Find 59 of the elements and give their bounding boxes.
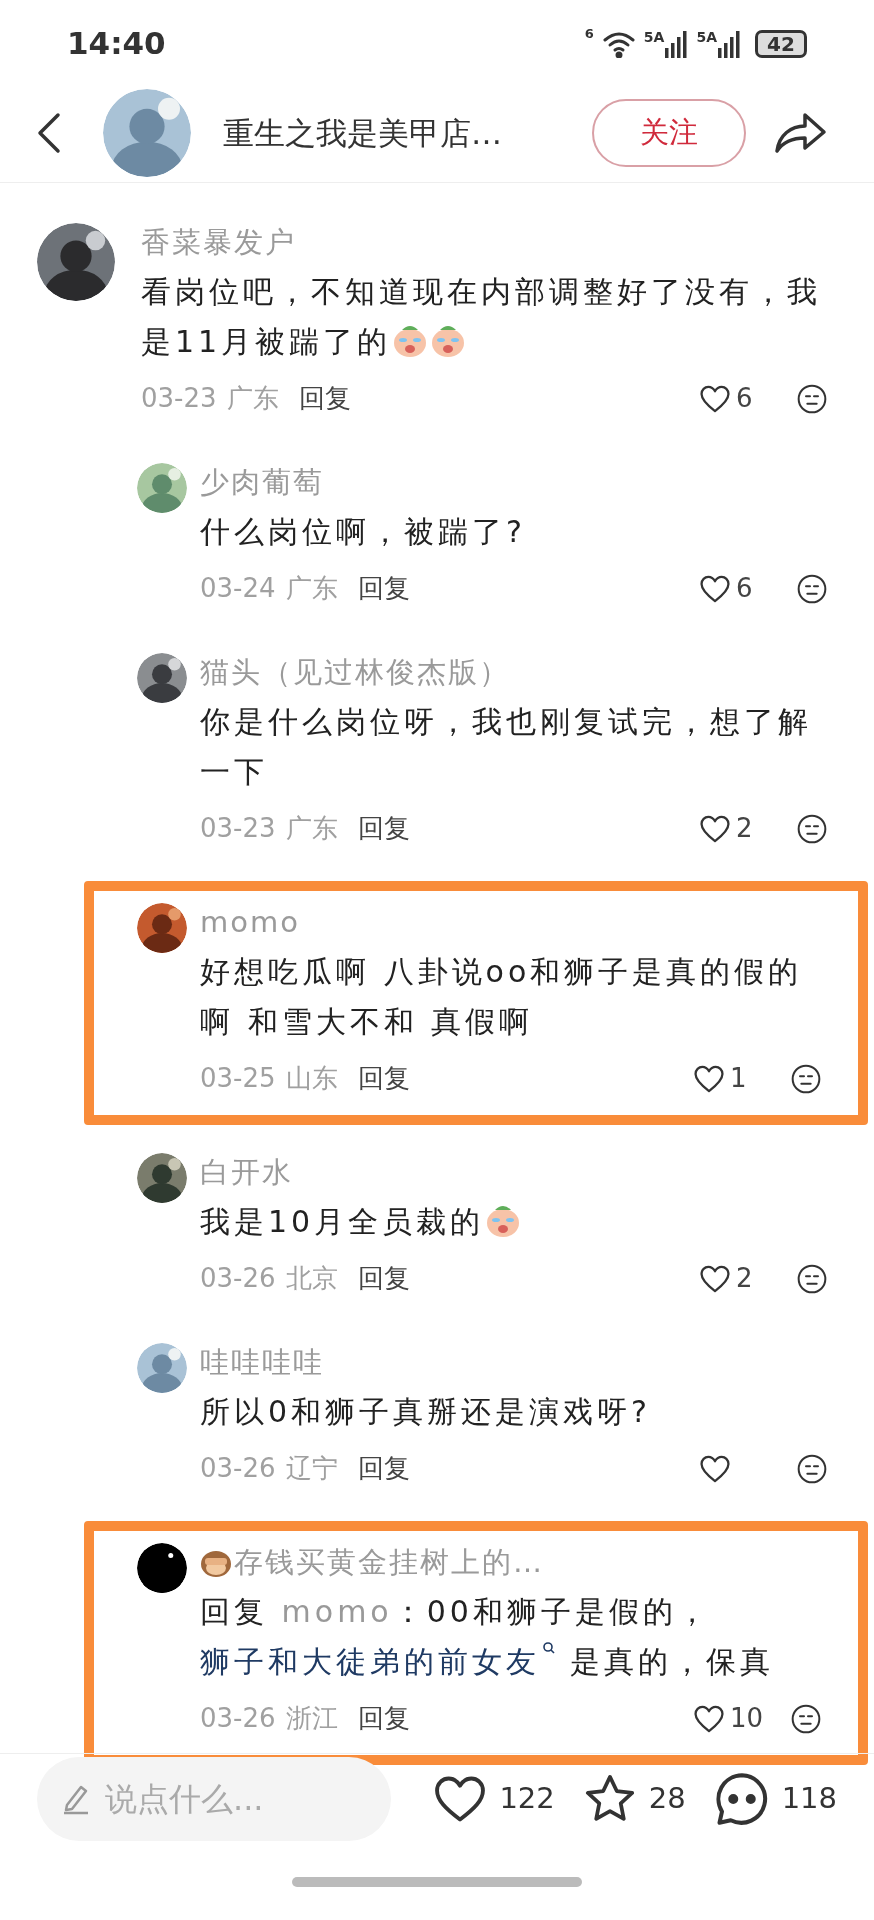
pencil-icon (61, 1783, 91, 1816)
comment-input[interactable]: 说点什么... (37, 1757, 391, 1842)
face-icon[interactable] (796, 1452, 828, 1485)
network-label: 5A (696, 30, 717, 45)
face-icon[interactable] (796, 812, 828, 845)
comment-region: 广东 (285, 812, 338, 846)
comment-text: 好想吃瓜啊 八卦说oo和狮子是真的假的啊 和雪大不和 真假啊 (200, 952, 804, 1041)
face-icon[interactable] (790, 1702, 822, 1735)
reply-button[interactable]: 回复 (357, 1259, 410, 1299)
clock: 14:40 (67, 23, 166, 63)
follow-button[interactable]: 关注 (592, 98, 746, 167)
comment-region: 广东 (285, 572, 338, 606)
network-label: 5A (643, 30, 665, 45)
reply-button[interactable]: 回复 (357, 569, 410, 609)
comment-date: 03-26 (200, 1452, 276, 1486)
reply-button[interactable]: 回复 (357, 1699, 410, 1739)
signal-icon (664, 30, 689, 59)
post-title: 重生之我是美甲店… (223, 113, 502, 153)
battery-indicator: 42 (755, 30, 807, 59)
like-count: 122 (499, 1780, 555, 1818)
network-label: 6 (584, 27, 594, 41)
comment-date: 03-25 (200, 1062, 276, 1096)
comment-date: 03-23 (141, 382, 217, 416)
comment-region: 广东 (226, 382, 279, 416)
face-icon[interactable] (796, 382, 828, 415)
comment-text: 什么岗位啊，被踹了? (200, 512, 527, 551)
signal-icon (717, 30, 741, 59)
comment-text: 所以0和狮子真掰还是演戏呀? (200, 1392, 652, 1431)
comment-text: 看岗位吧，不知道现在内部调整好了没有，我是11月被踹了的 (141, 272, 822, 361)
comment-region: 辽宁 (285, 1452, 338, 1486)
star-count: 28 (648, 1780, 686, 1818)
like-count: 6 (736, 572, 753, 606)
comment-date: 03-23 (200, 812, 276, 846)
comment-date: 03-26 (200, 1262, 276, 1296)
comment-text: 你是什么岗位呀，我也刚复试完，想了解一下 (200, 702, 813, 791)
comment-field[interactable]: 说点什么... (105, 1775, 375, 1824)
comment-text: 回复 momo：00和狮子是假的， 狮子和大徒弟的前女友 是真的，保真 (200, 1586, 822, 1687)
reply-button[interactable]: 回复 (357, 1059, 410, 1099)
like-count: 10 (730, 1702, 764, 1736)
face-icon[interactable] (790, 1062, 822, 1095)
reply-button[interactable]: 回复 (357, 809, 410, 849)
comment-text: 我是10月全员裁的 (200, 1196, 828, 1247)
like-count: 1 (730, 1062, 747, 1096)
face-icon[interactable] (796, 1262, 828, 1295)
search-link[interactable]: 狮子和大徒弟的前女友 (200, 1636, 556, 1687)
comment-date: 03-24 (200, 572, 276, 606)
reply-button[interactable]: 回复 (298, 379, 351, 419)
reply-button[interactable]: 回复 (357, 1449, 410, 1489)
wifi-icon (601, 30, 636, 59)
comment-count: 118 (781, 1780, 837, 1818)
comment-region: 浙江 (285, 1702, 338, 1736)
like-count: 2 (736, 1262, 753, 1296)
like-count: 6 (736, 382, 753, 416)
like-count: 2 (736, 812, 753, 846)
comment-region: 山东 (285, 1062, 338, 1096)
comment-date: 03-26 (200, 1702, 276, 1736)
search-icon (542, 1640, 556, 1655)
comment-region: 北京 (285, 1262, 338, 1296)
face-icon[interactable] (796, 572, 828, 605)
